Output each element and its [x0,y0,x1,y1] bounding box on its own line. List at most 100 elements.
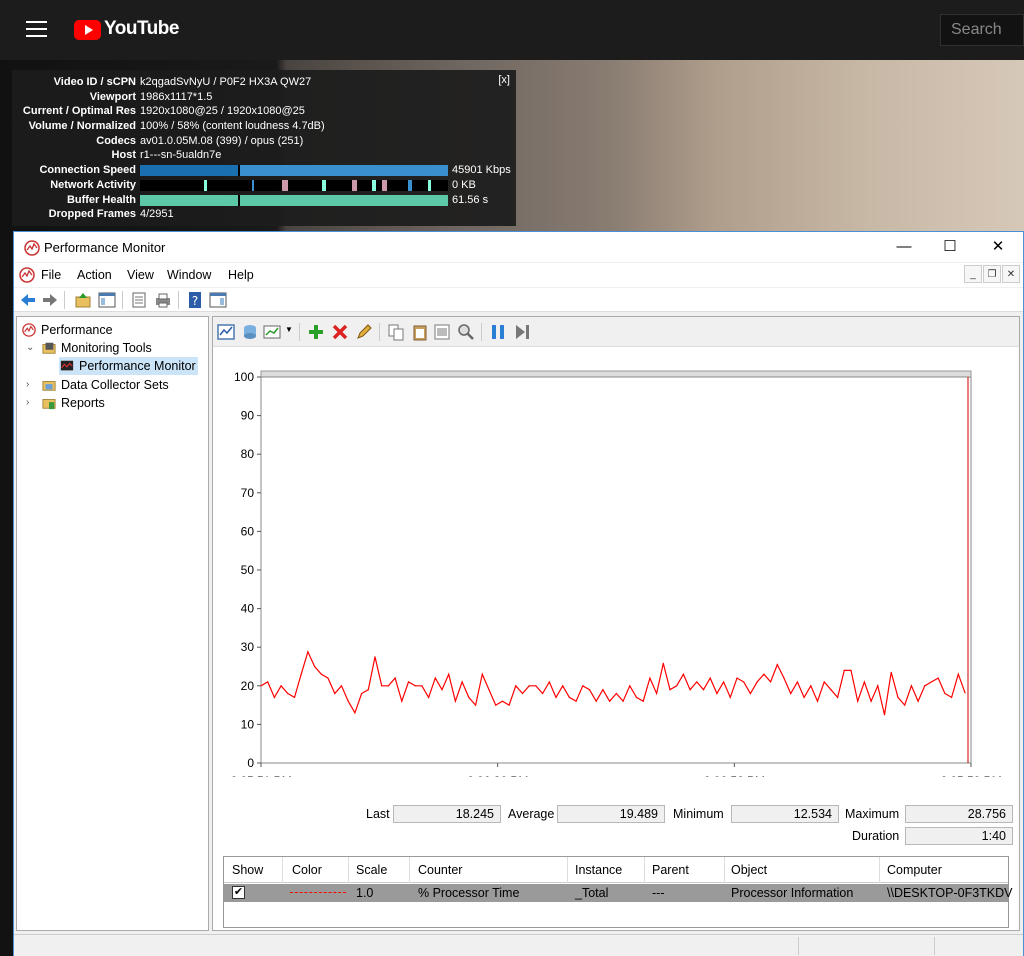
data-point [615,692,617,695]
tree-item-performance-monitor[interactable]: Performance Monitor [59,357,198,375]
title-bar[interactable]: Performance Monitor — ☐ ✕ [14,232,1023,262]
paste-counter-list-icon[interactable] [411,323,429,341]
perfmon-system-menu-icon[interactable] [19,267,35,283]
menu-help[interactable]: Help [228,268,254,282]
data-point [950,696,953,698]
data-point [890,671,892,673]
view-current-activity-icon[interactable] [217,323,235,341]
up-folder-icon[interactable] [74,291,92,309]
data-point [910,685,912,687]
data-point [588,689,591,691]
data-point [957,673,959,675]
tree-item-monitoring-tools[interactable]: Monitoring Tools [41,339,152,357]
properties-icon[interactable] [130,291,148,309]
menu-view[interactable]: View [127,268,154,282]
menu-window[interactable]: Window [167,268,211,282]
legend-parent: --- [652,886,665,900]
maximize-button[interactable]: ☐ [927,232,973,262]
connection-speed-label: Connection Speed [39,164,136,177]
column-instance[interactable]: Instance [575,863,622,877]
change-graph-type-icon[interactable] [263,323,281,341]
data-point [803,696,805,698]
data-point [649,677,651,679]
data-point [904,704,906,706]
back-arrow-icon[interactable] [19,291,37,309]
data-point [642,700,644,702]
graph-type-dropdown-arrow-icon[interactable]: ▼ [285,325,293,334]
youtube-logo-text[interactable]: YouTube [104,18,179,40]
y-tick-label: 10 [241,717,255,731]
mdi-close-button[interactable]: ✕ [1002,265,1020,283]
show-hide-action-pane-icon[interactable] [209,291,227,309]
add-counter-icon[interactable] [307,323,325,341]
data-point [783,677,785,679]
column-parent[interactable]: Parent [652,863,689,877]
highlight-pencil-icon[interactable] [355,323,373,341]
mdi-controls: _ ❐ ✕ [963,265,1023,285]
update-data-icon[interactable] [513,323,531,341]
freeze-display-icon[interactable] [489,323,507,341]
data-point [863,681,866,683]
data-point [769,681,772,683]
tree-item-label: Performance [41,323,113,337]
data-point [696,681,698,683]
help-icon[interactable]: ? [186,291,204,309]
tree-item-reports[interactable]: Reports [41,394,105,412]
menu-file[interactable]: File [41,268,61,282]
zoom-icon[interactable] [457,323,475,341]
chevron-right-icon[interactable]: › [26,379,29,390]
column-counter[interactable]: Counter [418,863,462,877]
data-point [756,681,758,683]
chart-properties-icon[interactable] [433,323,451,341]
menu-action[interactable]: Action [77,268,112,282]
chart-toolbar: ▼ [213,317,1019,347]
chevron-down-icon[interactable]: ⌄ [26,342,34,353]
minimize-button[interactable]: — [881,232,927,262]
stats-value: 1920x1080@25 / 1920x1080@25 [140,105,305,118]
minimum-value: 12.534 [731,805,839,823]
connection-speed-graph [140,165,448,177]
data-point [917,700,919,702]
stats-row: Host r1---sn-5ualdn7e [12,148,516,163]
data-point [334,692,336,695]
window-title: Performance Monitor [44,240,166,255]
delete-counter-icon[interactable] [331,323,349,341]
view-log-data-icon[interactable] [241,323,259,341]
chart-gridlines [260,370,972,764]
data-point [575,700,577,702]
column-scale[interactable]: Scale [356,863,387,877]
line-chart[interactable]: 0 10 20 30 40 50 60 70 80 90 100 6:05:51 PM 6:06:26… [213,347,1019,777]
tree-item-data-collector-sets[interactable]: Data Collector Sets [41,376,169,394]
column-show[interactable]: Show [232,863,263,877]
print-icon[interactable] [154,291,172,309]
data-point [327,677,329,679]
copy-properties-icon[interactable] [387,323,405,341]
stats-row: Connection Speed 45901 Kbps [12,163,516,178]
search-input[interactable]: Search [940,14,1024,46]
stats-label: Host [111,149,136,162]
hamburger-menu-icon[interactable] [26,21,47,37]
data-point [723,681,725,683]
mdi-restore-button[interactable]: ❐ [983,265,1001,283]
column-object[interactable]: Object [731,863,767,877]
network-activity-graph [140,179,448,191]
chevron-right-icon[interactable]: › [26,397,29,408]
legend-row[interactable]: ✔ 1.0 % Processor Time _Total --- Proces… [224,884,1013,902]
duration-value: 1:40 [905,827,1013,845]
show-checkbox[interactable]: ✔ [232,886,245,899]
close-button[interactable]: ✕ [975,232,1021,262]
forward-arrow-icon[interactable] [41,291,59,309]
stats-row: Viewport 1986x1117*1.5 [12,90,516,105]
data-point [434,677,436,679]
column-color[interactable]: Color [292,863,322,877]
show-hide-tree-icon[interactable] [98,291,116,309]
mdi-minimize-button[interactable]: _ [964,265,982,283]
tree-item-label: Reports [61,396,105,410]
stats-for-nerds-panel: [x] Video ID / sCPN k2qgadSvNyU / P0F2 HX… [12,70,516,226]
youtube-header: YouTube Search [0,0,1024,60]
youtube-logo-icon[interactable] [74,20,101,40]
data-point [474,704,477,706]
tree-item-performance[interactable]: Performance [21,321,113,339]
column-computer[interactable]: Computer [887,863,942,877]
data-point [930,681,933,683]
